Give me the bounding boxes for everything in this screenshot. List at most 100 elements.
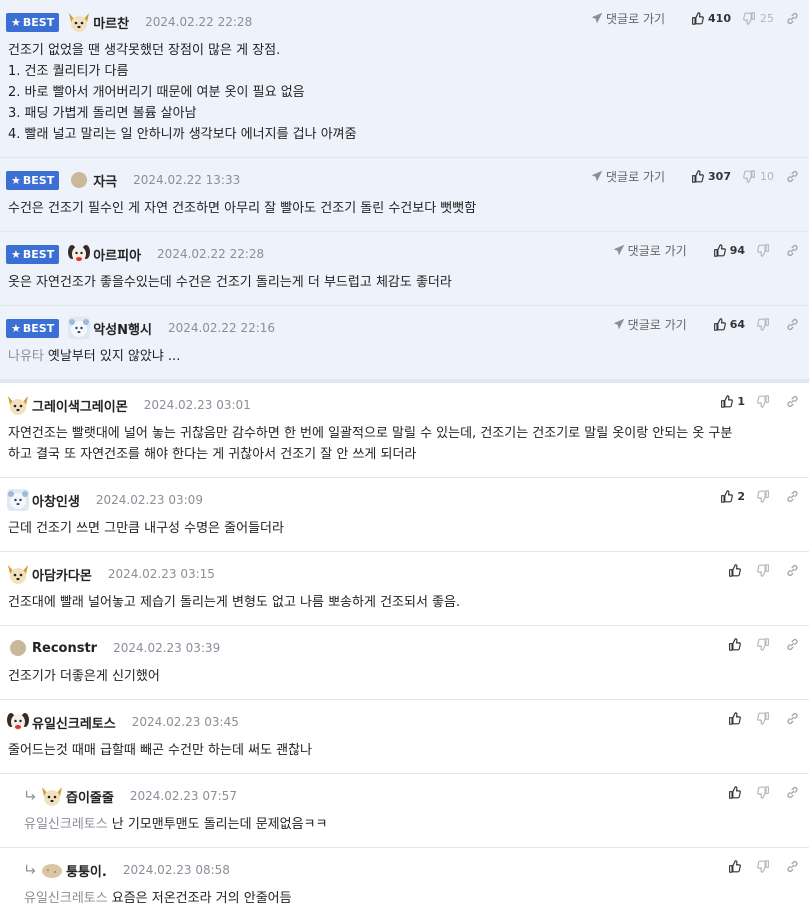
like-button[interactable] <box>728 563 745 577</box>
like-button[interactable]: 64 <box>713 318 745 331</box>
like-count: 2 <box>737 489 745 503</box>
dislike-button[interactable] <box>757 489 774 503</box>
like-count: 1 <box>737 394 745 408</box>
goto-comment-link[interactable]: 댓글로 가기 <box>591 168 665 185</box>
dislike-button[interactable]: 25 <box>743 12 774 25</box>
copy-link-button[interactable] <box>786 318 799 331</box>
goto-comment-link[interactable]: 댓글로 가기 <box>613 316 687 333</box>
nickname[interactable]: 아담카다몬 <box>32 565 92 584</box>
link-icon <box>786 564 799 577</box>
dislike-button[interactable] <box>757 243 774 257</box>
like-button[interactable] <box>728 785 745 799</box>
copy-link-button[interactable] <box>786 638 799 651</box>
copy-link-button[interactable] <box>786 244 799 257</box>
comment: 유일신크레토스 2024.02.23 03:45 줄어드는것 때매 급할때 빼곤 수… <box>0 700 809 774</box>
comment-line: 유일신크레토스 난 기모맨투맨도 돌리는데 문제없음ㅋㅋ <box>24 814 801 835</box>
dislike-button[interactable] <box>757 317 774 331</box>
nickname[interactable]: 자극 <box>93 171 117 190</box>
comment-body: 나유타 옛날부터 있지 않았냐 ... <box>0 342 809 379</box>
dislike-button[interactable]: 10 <box>743 170 774 183</box>
like-button[interactable]: 410 <box>691 12 731 25</box>
comment-actions: 댓글로 가기 64 <box>613 314 799 334</box>
dislike-button[interactable] <box>757 711 774 725</box>
comment: 아담카다몬 2024.02.23 03:15 건조대에 빨래 널어놓고 제습기 돌리… <box>0 552 809 626</box>
dislike-button[interactable] <box>757 785 774 799</box>
like-button[interactable] <box>728 859 745 873</box>
thumbs-up-icon <box>691 11 704 25</box>
dislike-button[interactable] <box>757 859 774 873</box>
comment-body: 옷은 자연건조가 좋을수있는데 수건은 건조기 돌리는게 더 부드럽고 체감도 … <box>0 268 809 305</box>
copy-link-button[interactable] <box>786 12 799 25</box>
thumbs-up-icon <box>720 394 734 408</box>
comment-line: 2. 바로 빨아서 개어버리기 때문에 여분 옷이 필요 없음 <box>8 82 801 103</box>
nickname[interactable]: 악성N행시 <box>93 319 152 338</box>
thumbs-up-icon <box>728 785 741 799</box>
send-icon <box>591 170 603 182</box>
comment-actions <box>716 634 799 654</box>
mention[interactable]: 유일신크레토스 <box>24 817 108 832</box>
nickname[interactable]: 퉁퉁이. <box>66 861 107 880</box>
copy-link-button[interactable] <box>786 786 799 799</box>
goto-comment-link[interactable]: 댓글로 가기 <box>613 242 687 259</box>
comment-line: 자연건조는 빨랫대에 널어 놓는 귀찮음만 감수하면 한 번에 일괄적으로 말릴… <box>8 423 801 444</box>
nickname[interactable]: 아창인생 <box>32 491 80 510</box>
timestamp: 2024.02.23 07:57 <box>129 789 237 803</box>
timestamp: 2024.02.22 13:33 <box>133 173 241 187</box>
dislike-button[interactable] <box>757 394 774 408</box>
comment-actions <box>716 560 799 580</box>
like-button[interactable] <box>728 637 745 651</box>
copy-link-button[interactable] <box>786 395 799 408</box>
dislike-button[interactable] <box>757 563 774 577</box>
star-icon: ★ <box>11 15 21 29</box>
best-badge: ★ BEST <box>6 12 60 32</box>
timestamp: 2024.02.23 03:15 <box>107 567 215 581</box>
comment-text: 근데 건조기 쓰면 그만큼 내구성 수명은 줄어들더라 <box>8 521 284 536</box>
nickname[interactable]: Reconstr <box>32 641 97 656</box>
nickname[interactable]: 아르피아 <box>93 245 141 264</box>
like-button[interactable]: 307 <box>691 170 731 183</box>
best-label: BEST <box>22 321 55 335</box>
link-icon <box>786 490 799 503</box>
thumbs-down-icon <box>757 711 770 725</box>
comment-line: 유일신크레토스 요즘은 저온건조라 거의 안줄어듬 <box>24 888 801 908</box>
comment-actions: 2 <box>708 486 799 506</box>
like-button[interactable]: 2 <box>720 490 745 503</box>
best-badge: ★ BEST <box>6 318 60 338</box>
comment: 그레이색그레이몬 2024.02.23 03:01 1 자연건조는 빨랫대에 널어 놓… <box>0 383 809 478</box>
link-icon <box>786 12 799 25</box>
nickname[interactable]: 유일신크레토스 <box>32 713 116 732</box>
nickname[interactable]: 그레이색그레이몬 <box>32 396 128 415</box>
nickname[interactable]: 즙이줄줄 <box>66 787 114 806</box>
comment-actions <box>716 708 799 728</box>
comment-body: 수건은 건조기 필수인 게 자연 건조하면 아무리 잘 빨아도 건조기 돌린 수… <box>0 194 809 231</box>
comment-text: 옛날부터 있지 않았냐 ... <box>47 349 181 364</box>
nickname[interactable]: 마르찬 <box>93 13 129 32</box>
goto-comment-link[interactable]: 댓글로 가기 <box>591 10 665 27</box>
link-icon <box>786 712 799 725</box>
best-badge: ★ BEST <box>6 170 60 190</box>
copy-link-button[interactable] <box>786 860 799 873</box>
goto-label: 댓글로 가기 <box>606 11 666 26</box>
reply-arrow-icon <box>26 864 36 874</box>
avatar <box>8 565 28 584</box>
avatar <box>68 245 91 262</box>
copy-link-button[interactable] <box>786 490 799 503</box>
comment-body: 건조기가 더좋은게 신기했어 <box>0 662 809 699</box>
copy-link-button[interactable] <box>786 170 799 183</box>
copy-link-button[interactable] <box>786 564 799 577</box>
comment-body: 자연건조는 빨랫대에 널어 놓는 귀찮음만 감수하면 한 번에 일괄적으로 말릴… <box>0 419 809 477</box>
like-button[interactable]: 1 <box>720 395 745 408</box>
mention[interactable]: 유일신크레토스 <box>24 891 108 906</box>
copy-link-button[interactable] <box>786 712 799 725</box>
dislike-button[interactable] <box>757 637 774 651</box>
comment-actions: 댓글로 가기 410 25 <box>591 8 799 28</box>
thumbs-down-icon <box>757 637 770 651</box>
best-comment: ★ BEST 악성N행시 2024.02.22 22:16 댓글로 가기 64 나유타 옛날부… <box>0 306 809 380</box>
like-button[interactable] <box>728 711 745 725</box>
mention[interactable]: 나유타 <box>8 349 44 364</box>
comment-text: 1. 건조 퀄리티가 다름 <box>8 64 129 79</box>
comment-text: 건조대에 빨래 널어놓고 제습기 돌리는게 변형도 없고 나름 뽀송하게 건조되… <box>8 595 461 610</box>
comment-text: 줄어드는것 때매 급할때 빼곤 수건만 하는데 써도 괜찮나 <box>8 743 313 758</box>
comment-header: 아창인생 2024.02.23 03:09 <box>0 478 809 514</box>
like-button[interactable]: 94 <box>713 244 745 257</box>
